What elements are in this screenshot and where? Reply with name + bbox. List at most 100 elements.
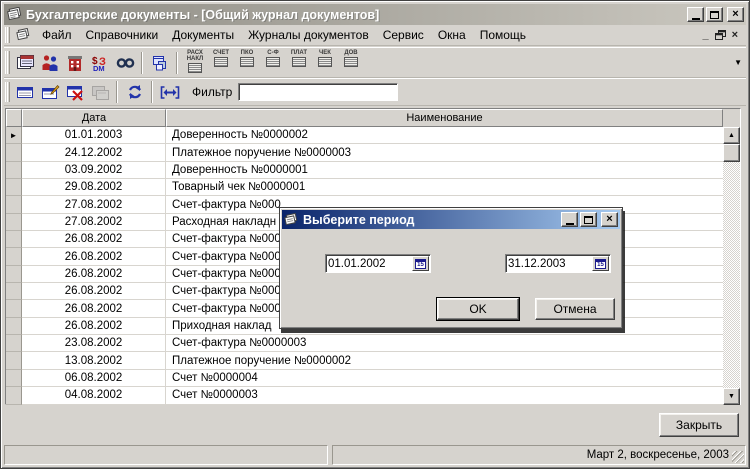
row-selector[interactable] [6, 317, 22, 336]
row-selector[interactable] [6, 352, 22, 370]
toolbar1-grip[interactable] [5, 50, 10, 75]
new-document-icon[interactable] [12, 80, 37, 104]
menu-item-1[interactable]: Справочники [79, 26, 166, 44]
mdi-close-icon[interactable]: × [732, 29, 738, 41]
cell-date[interactable]: 06.08.2002 [22, 369, 166, 388]
table-row[interactable]: ► 01.01.2003 Доверенность №0000002 [6, 127, 723, 145]
doc-type-button-4[interactable]: ПЛАТ [286, 49, 312, 76]
ok-button[interactable]: OK [436, 297, 520, 321]
cell-date[interactable]: 01.01.2003 [22, 127, 166, 145]
cell-date[interactable]: 13.08.2002 [22, 352, 166, 370]
counterparties-icon[interactable] [37, 51, 62, 75]
period-to-input[interactable] [506, 257, 592, 270]
row-selector[interactable] [6, 248, 22, 266]
cell-name[interactable]: Доверенность №0000001 [166, 162, 723, 180]
cell-name[interactable]: Счет №0000003 [166, 387, 723, 405]
cell-name[interactable]: Счет-фактура №0000003 [166, 335, 723, 353]
table-row[interactable]: 24.12.2002 Платежное поручение №0000003 [6, 144, 723, 162]
menubar-grip[interactable] [5, 27, 10, 43]
resize-grip[interactable] [732, 451, 744, 463]
cell-date[interactable]: 26.08.2002 [22, 317, 166, 336]
cell-name[interactable]: Товарный чек №0000001 [166, 179, 723, 197]
toolbar-overflow-button[interactable]: ▼ [734, 58, 742, 67]
journal-icon[interactable] [12, 51, 37, 75]
row-selector[interactable] [6, 161, 22, 180]
table-row[interactable]: 13.08.2002 Платежное поручение №0000002 [6, 352, 723, 370]
toolbar2-grip[interactable] [5, 81, 10, 103]
calendar-button-from[interactable]: 15 [412, 256, 429, 271]
menu-item-6[interactable]: Помощь [473, 26, 533, 44]
dialog-minimize-button[interactable] [561, 212, 578, 227]
column-header-date[interactable]: Дата [22, 109, 166, 127]
row-selector[interactable] [6, 196, 22, 214]
row-selector[interactable] [6, 231, 22, 249]
row-selector[interactable] [6, 387, 22, 405]
dialog-maximize-button[interactable] [580, 212, 597, 227]
maximize-button[interactable] [706, 7, 723, 22]
table-row[interactable]: 03.09.2002 Доверенность №0000001 [6, 161, 723, 180]
filter-input[interactable] [238, 83, 399, 101]
cascade-windows-icon[interactable] [147, 51, 172, 75]
cell-date[interactable]: 26.08.2002 [22, 265, 166, 284]
menu-item-2[interactable]: Документы [165, 26, 241, 44]
cell-date[interactable]: 26.08.2002 [22, 300, 166, 318]
row-selector[interactable] [6, 179, 22, 197]
document-journal-icon[interactable] [16, 28, 31, 42]
scrollbar-track[interactable] [723, 162, 740, 388]
cell-name[interactable]: Доверенность №0000002 [166, 127, 723, 145]
cell-date[interactable]: 04.08.2002 [22, 387, 166, 405]
column-header-name[interactable]: Наименование [166, 109, 723, 127]
table-row[interactable]: 04.08.2002 Счет №0000003 [6, 387, 723, 405]
cell-date[interactable]: 27.08.2002 [22, 196, 166, 214]
mdi-minimize-icon[interactable]: _ [702, 29, 708, 41]
cell-date[interactable]: 24.12.2002 [22, 144, 166, 162]
currency-icon[interactable]: $ З DM [87, 51, 112, 75]
delete-document-icon[interactable] [62, 80, 87, 104]
doc-type-button-0[interactable]: РАСХ НАКЛ [182, 49, 208, 76]
cell-name[interactable]: Платежное поручение №0000003 [166, 144, 723, 162]
table-row[interactable]: 29.08.2002 Товарный чек №0000001 [6, 179, 723, 197]
row-selector[interactable] [6, 144, 22, 162]
row-selector[interactable] [6, 300, 22, 318]
period-from-input[interactable] [326, 257, 412, 270]
row-selector[interactable] [6, 265, 22, 284]
menu-item-3[interactable]: Журналы документов [241, 26, 376, 44]
mdi-restore-icon[interactable] [714, 30, 726, 40]
scroll-up-icon[interactable]: ▲ [723, 127, 740, 144]
interval-icon[interactable] [157, 80, 182, 104]
minimize-button[interactable] [687, 7, 704, 22]
menu-item-0[interactable]: Файл [35, 26, 79, 44]
doc-type-button-1[interactable]: СЧЕТ [208, 49, 234, 76]
cell-name[interactable]: Платежное поручение №0000002 [166, 352, 723, 370]
close-form-button[interactable]: Закрыть [659, 413, 739, 437]
cell-date[interactable]: 26.08.2002 [22, 231, 166, 249]
row-selector[interactable] [6, 283, 22, 301]
doc-type-button-2[interactable]: ПКО [234, 49, 260, 76]
row-selector[interactable] [6, 213, 22, 232]
edit-document-icon[interactable] [37, 80, 62, 104]
search-icon[interactable] [112, 51, 137, 75]
cell-date[interactable]: 27.08.2002 [22, 213, 166, 232]
dialog-close-button[interactable]: × [601, 212, 618, 227]
calendar-button-to[interactable]: 15 [592, 256, 609, 271]
cell-date[interactable]: 29.08.2002 [22, 179, 166, 197]
table-row[interactable]: 06.08.2002 Счет №0000004 [6, 369, 723, 388]
row-selector[interactable] [6, 369, 22, 388]
current-row-marker[interactable]: ► [6, 127, 22, 145]
cell-date[interactable]: 26.08.2002 [22, 283, 166, 301]
menu-item-5[interactable]: Окна [431, 26, 473, 44]
scrollbar-thumb[interactable] [723, 144, 740, 162]
cancel-button[interactable]: Отмена [535, 298, 615, 320]
vertical-scrollbar[interactable]: ▲ ▼ [723, 127, 740, 405]
doc-type-button-6[interactable]: ДОВ [338, 49, 364, 76]
doc-type-button-3[interactable]: С-Ф [260, 49, 286, 76]
cell-date[interactable]: 26.08.2002 [22, 248, 166, 266]
menu-item-4[interactable]: Сервис [376, 26, 431, 44]
cell-date[interactable]: 03.09.2002 [22, 161, 166, 180]
cell-name[interactable]: Счет №0000004 [166, 370, 723, 388]
scroll-down-icon[interactable]: ▼ [723, 387, 740, 405]
organization-icon[interactable] [62, 51, 87, 75]
cell-date[interactable]: 23.08.2002 [22, 335, 166, 353]
row-selector[interactable] [6, 335, 22, 353]
doc-type-button-5[interactable]: ЧЕК [312, 49, 338, 76]
